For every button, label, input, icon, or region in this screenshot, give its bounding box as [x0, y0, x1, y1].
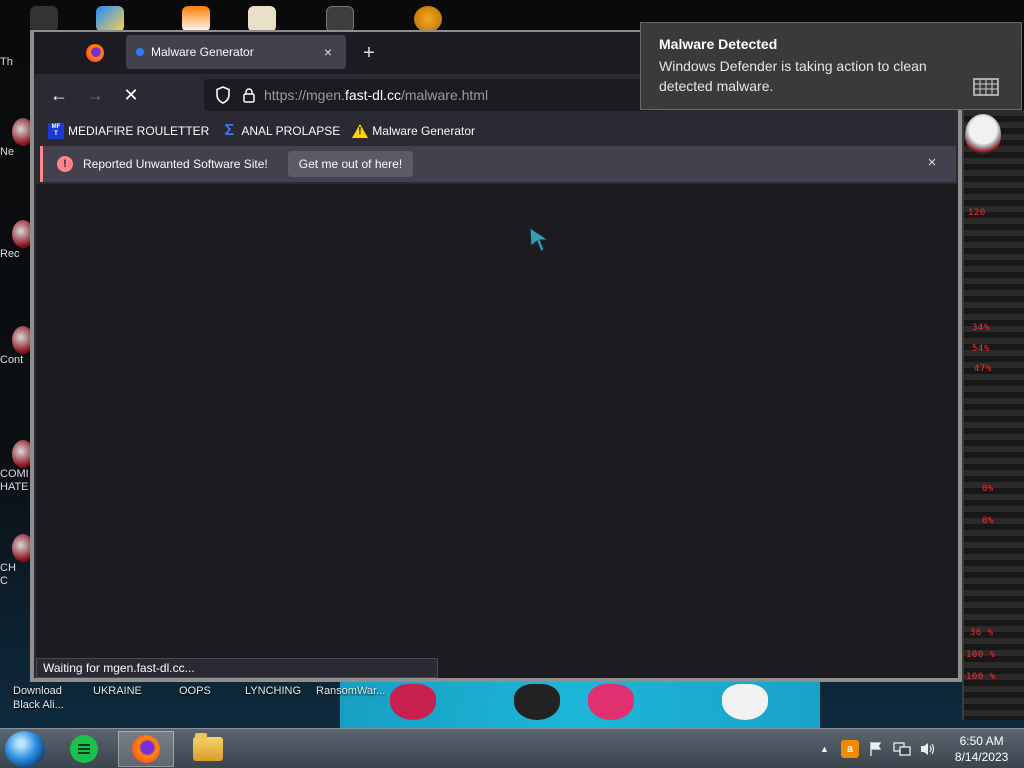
bookmark-label: MEDIAFIRE ROULETTER: [68, 124, 210, 138]
avatar-icon[interactable]: [414, 6, 442, 32]
gadget-readout: 120: [968, 208, 986, 218]
alert-icon: !: [57, 156, 73, 172]
toast-title: Malware Detected: [659, 36, 778, 52]
bookmark-mediafire-rouletter[interactable]: MF T MEDIAFIRE ROULETTER: [48, 123, 209, 139]
firefox-view-button[interactable]: [84, 42, 106, 64]
graduation-cap-icon[interactable]: [30, 6, 58, 32]
mediafire-icon: MF T: [48, 123, 64, 139]
desktop-icon-label: Th: [0, 56, 13, 68]
clock-time: 6:50 AM: [959, 734, 1004, 748]
taskbar-firefox[interactable]: [118, 731, 174, 767]
stop-loading-button[interactable]: ✕: [116, 80, 146, 110]
clock-date: 8/14/2023: [954, 750, 1009, 764]
desktop-icon-label: Rec: [0, 248, 20, 260]
mouse-cursor-icon: [528, 226, 552, 254]
gadget-readout: 0%: [982, 516, 994, 526]
shield-icon[interactable]: [212, 84, 234, 106]
toast-message: Windows Defender is taking action to cle…: [659, 58, 927, 94]
action-center-flag-icon[interactable]: [867, 740, 885, 758]
clock[interactable]: 6:50 AM 8/14/2023: [955, 733, 1008, 765]
bookmark-anal-prolapse[interactable]: Σ ANAL PROLAPSE: [221, 122, 341, 139]
taskbar-file-explorer[interactable]: [180, 731, 236, 767]
get-me-out-button[interactable]: Get me out of here!: [287, 151, 414, 177]
forward-button[interactable]: →: [80, 80, 110, 110]
folder-icon: [193, 733, 223, 761]
close-tab-button[interactable]: ×: [320, 44, 336, 60]
lock-icon[interactable]: [238, 84, 260, 106]
system-tray: ▲ a 6:50 AM 8/14/2023: [814, 729, 1024, 768]
gadget-readout: 100 %: [966, 672, 996, 682]
desktop-left-icons: Th Ne Rec Cont COMI HATE CH C: [0, 40, 34, 730]
gadget-readout: 0%: [982, 484, 994, 494]
app-icon[interactable]: [248, 6, 276, 32]
vlc-icon[interactable]: [182, 6, 210, 32]
desktop-icon[interactable]: Th: [0, 56, 34, 69]
gadget-readout: 54%: [972, 344, 990, 354]
gadget-readout: 100 %: [966, 650, 996, 660]
url-text[interactable]: https://mgen.fast-dl.cc/malware.html: [264, 87, 488, 103]
alien-head-icon: [965, 114, 1001, 154]
firefox-icon: [132, 735, 160, 763]
tab-title: Malware Generator: [151, 45, 254, 59]
bookmarks-toolbar: MF T MEDIAFIRE ROULETTER Σ ANAL PROLAPSE …: [34, 116, 958, 146]
desktop-icon-label: COMI HATE: [0, 468, 29, 493]
url-domain: fast-dl.cc: [344, 87, 401, 103]
new-tab-button[interactable]: +: [356, 40, 382, 66]
desktop-icon-label: Ne: [0, 146, 15, 158]
bookmark-label: ANAL PROLAPSE: [241, 124, 341, 138]
status-bar: Waiting for mgen.fast-dl.cc...: [36, 658, 438, 678]
desktop-icon[interactable]: COMI HATE: [0, 440, 34, 494]
tab-favicon-icon: [136, 48, 144, 56]
gadget-readout: 34%: [972, 323, 990, 333]
warning-icon: !: [352, 123, 369, 139]
show-hidden-icons-button[interactable]: ▲: [820, 744, 829, 754]
browser-window: Malware Generator × + ← → ✕ https://mgen…: [30, 30, 962, 682]
desktop-icon-label[interactable]: LYNCHING: [245, 684, 301, 698]
volume-icon[interactable]: [919, 740, 937, 758]
desktop-icon-label: CH C: [0, 562, 16, 587]
back-button[interactable]: ←: [44, 80, 74, 110]
sigma-icon: Σ: [224, 122, 235, 139]
antivirus-icon[interactable]: a: [840, 740, 859, 758]
bookmark-malware-generator[interactable]: ! Malware Generator: [352, 123, 475, 139]
desktop-icon[interactable]: CH C: [0, 534, 34, 588]
unwanted-software-warning: ! Reported Unwanted Software Site! Get m…: [40, 146, 956, 182]
desktop-icon[interactable]: Rec: [0, 220, 34, 261]
url-bar[interactable]: https://mgen.fast-dl.cc/malware.html: [204, 79, 664, 111]
desktop-icon[interactable]: Cont: [0, 326, 34, 367]
desktop-icon[interactable]: Ne: [0, 118, 34, 159]
bookmark-label: Malware Generator: [372, 124, 476, 138]
desktop-icon-label: Cont: [0, 354, 24, 366]
tab-malware-generator[interactable]: Malware Generator ×: [126, 35, 346, 69]
malware-detected-toast[interactable]: Malware Detected Windows Defender is tak…: [640, 22, 1022, 110]
wallpaper-shoe: [722, 684, 768, 720]
desktop-icon-label[interactable]: RansomWar...: [316, 684, 385, 698]
page-content[interactable]: [36, 184, 958, 678]
url-path: /malware.html: [400, 87, 489, 103]
network-icon[interactable]: [893, 740, 911, 758]
taskbar-notes[interactable]: [56, 731, 112, 767]
warning-message: Reported Unwanted Software Site!: [83, 157, 268, 171]
desktop-icon-label[interactable]: Download Black Ali...: [13, 684, 64, 712]
close-warning-button[interactable]: ×: [922, 154, 942, 174]
url-prefix: https://mgen.: [264, 87, 345, 103]
desktop-icon-label[interactable]: OOPS: [179, 684, 211, 698]
start-button[interactable]: [5, 731, 45, 767]
gadget-readout: 47%: [974, 364, 992, 374]
notes-icon: [70, 735, 98, 763]
firefox-icon: [86, 44, 104, 62]
wallpaper-shoe: [514, 684, 560, 720]
gadget-readout: 36 %: [970, 628, 994, 638]
defender-icon: [973, 77, 999, 97]
desktop-bottom-icons: Download Black Ali... UKRAINE OOPS LYNCH…: [0, 682, 400, 716]
desktop-icon-label[interactable]: UKRAINE: [93, 684, 142, 698]
terminal-icon[interactable]: [326, 6, 354, 32]
taskbar: ▲ a 6:50 AM 8/14/2023: [0, 728, 1024, 768]
app-icon[interactable]: [96, 6, 124, 32]
wallpaper-shoe: [588, 684, 634, 720]
